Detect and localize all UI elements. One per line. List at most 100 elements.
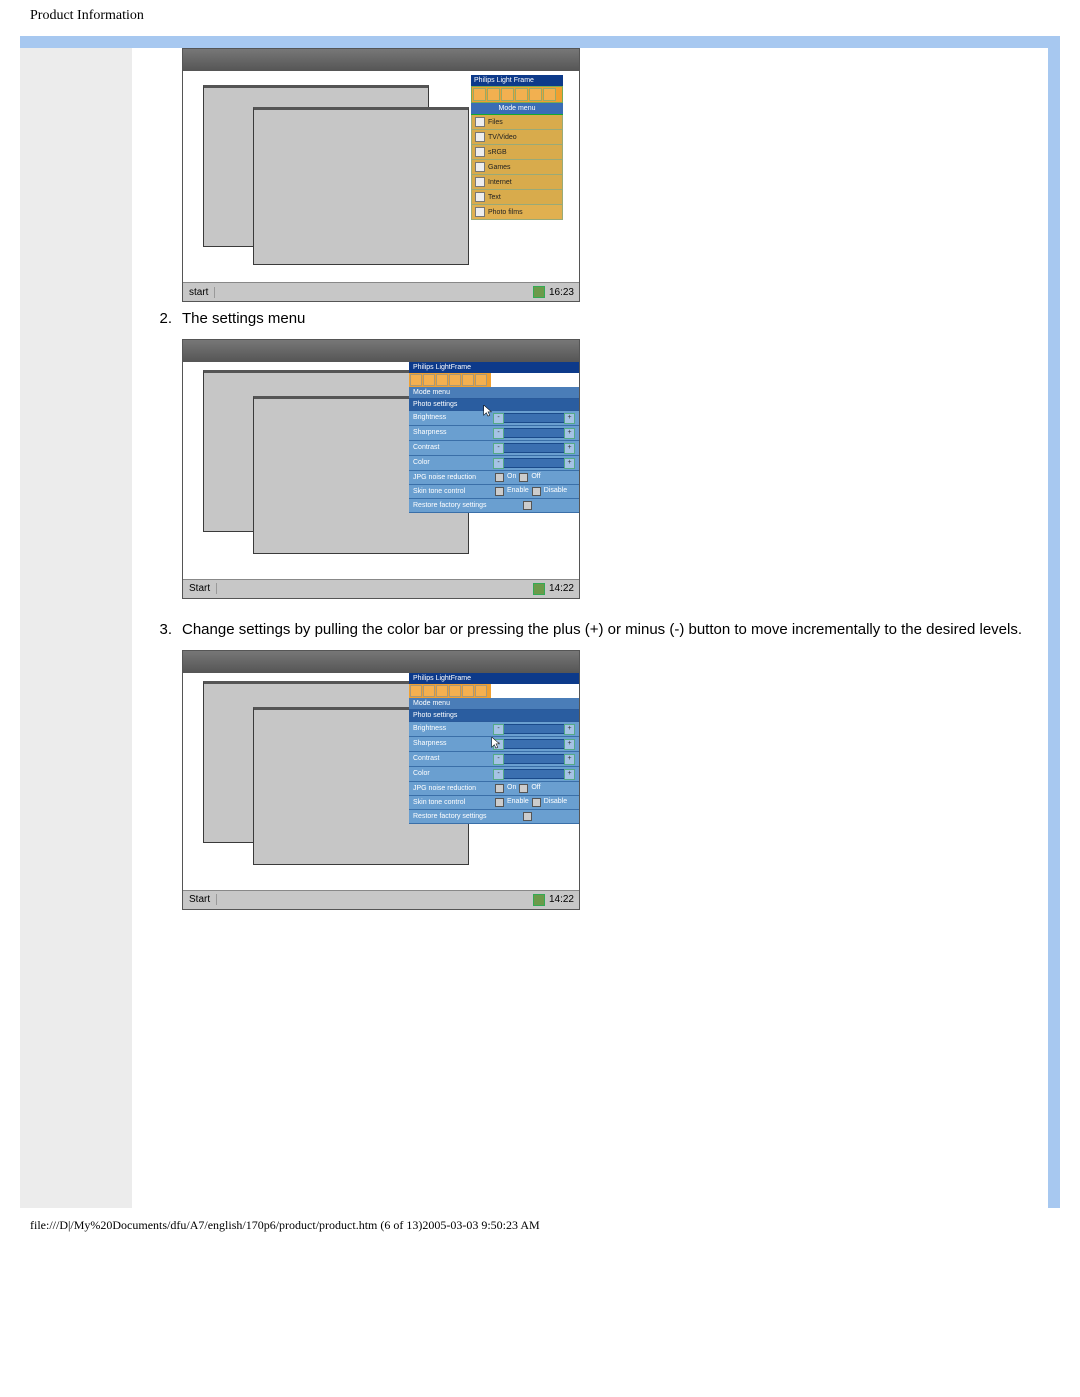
toolbar-btn-5[interactable] [529,88,542,101]
menu-item-text[interactable]: Text [471,190,563,205]
toolbar-btn-3[interactable] [501,88,514,101]
step-number: 2. [150,310,182,327]
clock: 16:23 [549,287,574,298]
stoolbar-btn-6[interactable] [475,685,487,697]
system-tray: 16:23 [528,286,579,298]
app-toolbar [471,86,563,103]
app-title: Philips Light Frame [471,75,563,86]
jpg-on-checkbox[interactable] [495,784,504,793]
plus-button[interactable]: + [564,754,575,765]
settings-section-header[interactable]: Photo settings [409,710,579,722]
label: Restore factory settings [413,502,523,509]
minus-button[interactable]: - [493,724,504,735]
plus-button[interactable]: + [564,458,575,469]
start-button[interactable]: Start [183,894,217,905]
tray-icon[interactable] [533,894,545,906]
start-button[interactable]: Start [183,583,217,594]
opt-enable: Enable [507,798,529,807]
minus-button[interactable]: - [493,458,504,469]
label: Sharpness [413,740,489,747]
stoolbar-btn-4[interactable] [449,374,461,386]
photo-icon [475,207,485,217]
plus-button[interactable]: + [564,769,575,780]
menu-item-srgb[interactable]: sRGB [471,145,563,160]
menu-item-photofilms[interactable]: Photo films [471,205,563,220]
plus-button[interactable]: + [564,428,575,439]
color-slider[interactable]: -+ [493,769,575,779]
step-number: 3. [150,621,182,638]
stoolbar-btn-2[interactable] [423,374,435,386]
setting-color: Color-+ [409,456,579,471]
plus-button[interactable]: + [564,443,575,454]
tv-icon [475,132,485,142]
label: Brightness [413,725,489,732]
minus-button[interactable]: - [493,413,504,424]
page-border-frame: Philips Light Frame Mode menu Files TV/V… [20,36,1060,1208]
stoolbar-btn-3[interactable] [436,685,448,697]
stoolbar-btn-1[interactable] [410,685,422,697]
minus-button[interactable]: - [493,754,504,765]
skin-enable-checkbox[interactable] [495,798,504,807]
files-icon [475,117,485,127]
jpg-off-checkbox[interactable] [519,473,528,482]
color-slider[interactable]: -+ [493,458,575,468]
srgb-icon [475,147,485,157]
toolbar-btn-1[interactable] [473,88,486,101]
minus-button[interactable]: - [493,443,504,454]
stoolbar-btn-6[interactable] [475,374,487,386]
stoolbar-btn-4[interactable] [449,685,461,697]
content-column: Philips Light Frame Mode menu Files TV/V… [132,48,1048,1208]
setting-brightness: Brightness-+ [409,411,579,426]
toolbar-btn-6[interactable] [543,88,556,101]
stoolbar-btn-5[interactable] [462,685,474,697]
settings-toolbar [409,373,491,387]
system-tray: 14:22 [528,583,579,595]
label: JPG noise reduction [413,785,489,792]
clock: 14:22 [549,894,574,905]
sharpness-slider[interactable]: -+ [493,428,575,438]
setting-skintone: Skin tone controlEnableDisable [409,485,579,499]
taskbar: start 16:23 [183,282,579,301]
stoolbar-btn-1[interactable] [410,374,422,386]
settings-mode-header: Mode menu [409,387,579,399]
minus-button[interactable]: - [493,428,504,439]
jpg-off-checkbox[interactable] [519,784,528,793]
label: Skin tone control [413,488,489,495]
restore-checkbox[interactable] [523,501,532,510]
window-titlebar [183,340,579,363]
plus-button[interactable]: + [564,413,575,424]
plus-button[interactable]: + [564,739,575,750]
start-button[interactable]: start [183,287,215,298]
tray-icon[interactable] [533,583,545,595]
opt-on: On [507,784,516,793]
menu-item-internet[interactable]: Internet [471,175,563,190]
opt-off: Off [531,784,540,793]
stoolbar-btn-3[interactable] [436,374,448,386]
sharpness-slider[interactable]: -+ [493,739,575,749]
stoolbar-btn-5[interactable] [462,374,474,386]
menu-item-tvvideo[interactable]: TV/Video [471,130,563,145]
toolbar-btn-2[interactable] [487,88,500,101]
label: Color [413,770,489,777]
skin-enable-checkbox[interactable] [495,487,504,496]
contrast-slider[interactable]: -+ [493,443,575,453]
jpg-on-checkbox[interactable] [495,473,504,482]
minus-button[interactable]: - [493,769,504,780]
menu-item-files[interactable]: Files [471,115,563,130]
stoolbar-btn-2[interactable] [423,685,435,697]
menu-label: Files [488,119,503,126]
menu-item-games[interactable]: Games [471,160,563,175]
settings-section-header[interactable]: Photo settings [409,399,579,411]
brightness-slider[interactable]: -+ [493,413,575,423]
setting-skintone: Skin tone controlEnableDisable [409,796,579,810]
opt-on: On [507,473,516,482]
restore-checkbox[interactable] [523,812,532,821]
skin-disable-checkbox[interactable] [532,798,541,807]
brightness-slider[interactable]: -+ [493,724,575,734]
toolbar-btn-4[interactable] [515,88,528,101]
plus-button[interactable]: + [564,724,575,735]
contrast-slider[interactable]: -+ [493,754,575,764]
tray-icon[interactable] [533,286,545,298]
skin-disable-checkbox[interactable] [532,487,541,496]
menu-label: Photo films [488,209,523,216]
